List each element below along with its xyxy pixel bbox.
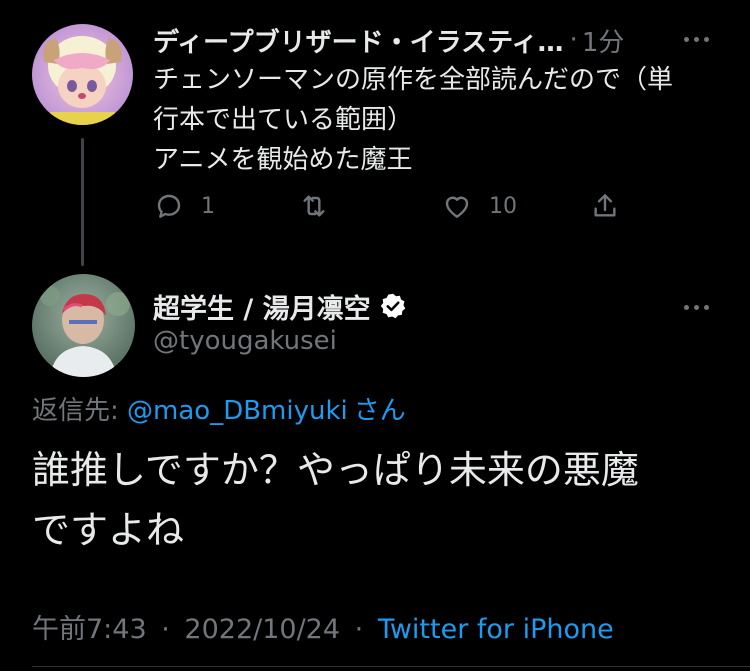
reply-tweet-text: 誰推しですか？やっぱり未来の悪魔 ですよね	[32, 448, 639, 552]
retweet-action[interactable]	[298, 186, 330, 226]
reply-author-row: 超学生 / 湯月凛空	[153, 286, 407, 326]
verified-badge-icon	[380, 293, 405, 319]
parent-timestamp[interactable]: 1分	[582, 22, 625, 59]
thread-connector-line	[81, 138, 84, 266]
reply-more-options-icon[interactable]	[684, 305, 709, 310]
header-separator: ·	[569, 25, 578, 55]
reply-display-name[interactable]: 超学生 / 湯月凛空	[153, 287, 371, 326]
replying-to-suffix: さん	[353, 396, 406, 426]
replying-to-mention-link[interactable]: @mao_DBmiyuki	[127, 396, 348, 426]
parent-more-options-icon[interactable]	[684, 37, 709, 42]
reply-author-avatar[interactable]	[32, 274, 135, 377]
parent-author-avatar[interactable]	[32, 24, 133, 125]
parent-tweet-header: ディープブリザード・イラスティ… · 1分	[153, 22, 718, 58]
replying-to-label: 返信先:	[32, 396, 128, 426]
tweet-metadata-line: 午前7:43 · 2022/10/24 · Twitter for iPhone	[32, 607, 614, 646]
retweet-icon	[303, 195, 325, 217]
parent-tweet-text: チェンソーマンの原作を全部読んだので（単 行本で出ている範囲） アニメを観始めた…	[153, 65, 674, 175]
share-action[interactable]	[589, 186, 621, 226]
meta-separator: ·	[354, 614, 364, 645]
tweet-time[interactable]: 午前7:43	[32, 614, 147, 645]
heart-icon	[445, 196, 469, 218]
reply-action[interactable]: 1	[153, 186, 215, 226]
like-action[interactable]: 10	[441, 186, 517, 226]
reply-count: 1	[201, 193, 215, 219]
reply-handle[interactable]: @tyougakusei	[153, 326, 337, 356]
parent-action-bar: 1 10	[153, 186, 633, 226]
bottom-divider	[32, 666, 750, 667]
parent-display-name[interactable]: ディープブリザード・イラスティ…	[153, 22, 564, 59]
reply-icon	[157, 194, 181, 218]
share-icon	[594, 194, 616, 217]
replying-to-line: 返信先: @mao_DBmiyuki さん	[32, 390, 406, 427]
like-count: 10	[489, 193, 517, 219]
meta-separator: ·	[161, 614, 170, 645]
tweet-source-link[interactable]: Twitter for iPhone	[378, 614, 614, 645]
tweet-date[interactable]: 2022/10/24	[184, 614, 340, 645]
